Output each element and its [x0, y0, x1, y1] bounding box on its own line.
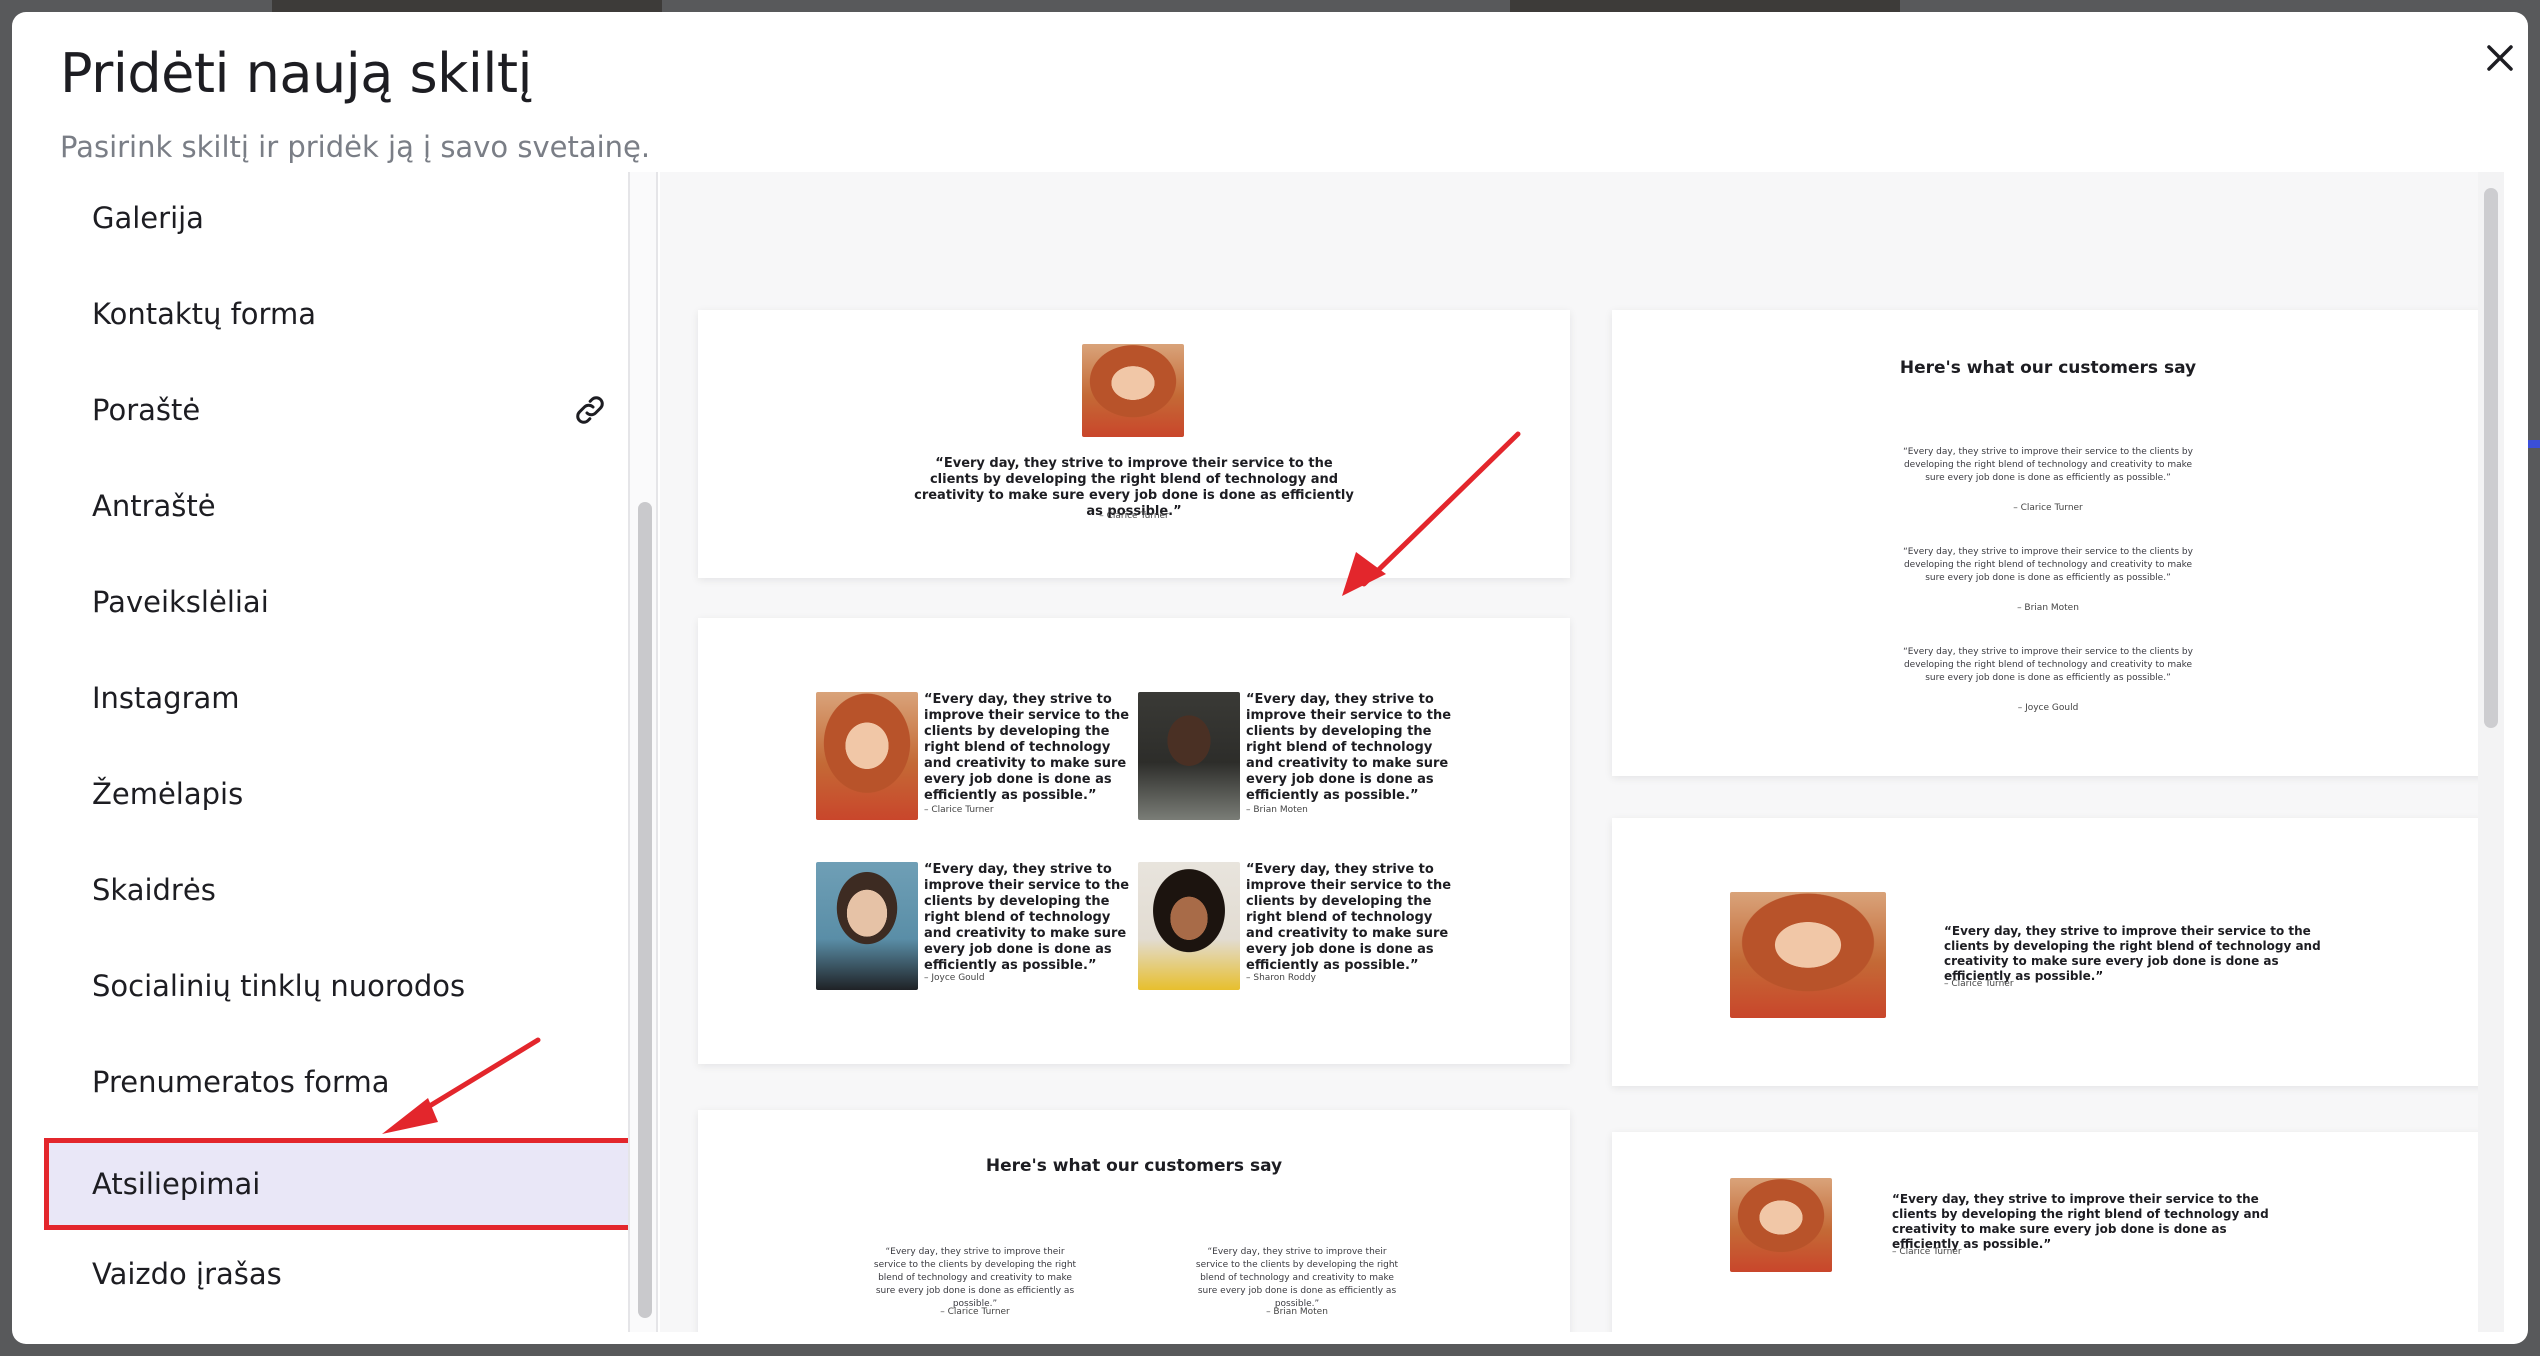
- testimonial-author: – Clarice Turner: [1892, 1247, 1962, 1257]
- testimonial-author: – Brian Moten: [2017, 603, 2079, 613]
- background-accent: [2528, 440, 2540, 448]
- background-photo: [1510, 0, 1900, 12]
- sidebar-item-label: Socialinių tinklų nuorodos: [92, 969, 466, 1003]
- testimonial-author: – Joyce Gould: [924, 973, 985, 983]
- sidebar-item-label: Galerija: [92, 201, 204, 235]
- sidebar-item-label: Skaidrės: [92, 873, 216, 907]
- testimonial-author: – Brian Moten: [1246, 805, 1308, 815]
- testimonial-quote: “Every day, they strive to improve their…: [1903, 547, 2193, 583]
- sidebar-item-label: Antraštė: [92, 489, 216, 523]
- testimonial-quote: “Every day, they strive to improve their…: [924, 862, 1130, 973]
- close-button[interactable]: [2478, 36, 2522, 80]
- sidebar-item-kontaktu-forma[interactable]: Kontaktų forma: [44, 268, 628, 360]
- testimonial-quote: “Every day, they strive to improve their…: [1903, 447, 2193, 483]
- testimonial-quote: “Every day, they strive to improve their…: [1903, 647, 2193, 683]
- testimonial-preview-image-left-small[interactable]: “Every day, they strive to improve their…: [1612, 1132, 2484, 1332]
- testimonial-photo: [1138, 692, 1240, 820]
- testimonial-preview-heading-two-col[interactable]: Here's what our customers say “Every day…: [698, 1110, 1570, 1332]
- testimonial-preview-grid-four[interactable]: “Every day, they strive to improve their…: [698, 618, 1570, 1064]
- testimonial-author: – Clarice Turner: [1944, 979, 2014, 989]
- testimonial-preview-image-left-large[interactable]: “Every day, they strive to improve their…: [1612, 818, 2484, 1086]
- section-category-list: Galerija Kontaktų forma Poraštė Antraštė…: [0, 172, 628, 1332]
- testimonial-photo: [1138, 862, 1240, 990]
- testimonial-photo: [816, 692, 918, 820]
- testimonial-photo: [1730, 1178, 1832, 1272]
- sidebar-item-label: Paveikslėliai: [92, 585, 269, 619]
- modal-subtitle: Pasirink skiltį ir pridėk ją į savo svet…: [60, 130, 651, 164]
- sidebar-scrollbar[interactable]: [628, 172, 658, 1332]
- sidebar-item-label: Poraštė: [92, 393, 201, 427]
- testimonial-photo: [1730, 892, 1886, 1018]
- annotation-arrow: [382, 1037, 541, 1134]
- sidebar-item-label: Instagram: [92, 681, 240, 715]
- sidebar-item-socialiniu-tinklu-nuorodos[interactable]: Socialinių tinklų nuorodos: [44, 940, 628, 1032]
- testimonial-quote: “Every day, they strive to improve their…: [1195, 1247, 1399, 1309]
- preview-scrollbar[interactable]: [2478, 172, 2504, 1332]
- sidebar-item-paveiksleliai[interactable]: Paveikslėliai: [44, 556, 628, 648]
- sidebar-item-antraste[interactable]: Antraštė: [44, 460, 628, 552]
- testimonial-quote: “Every day, they strive to improve their…: [1246, 692, 1452, 803]
- modal-title: Pridėti naują skiltį: [60, 42, 533, 105]
- testimonial-author: – Clarice Turner: [1099, 511, 1169, 521]
- testimonial-photo: [816, 862, 918, 990]
- testimonial-quote: “Every day, they strive to improve their…: [1892, 1192, 2269, 1251]
- testimonial-author: – Clarice Turner: [940, 1307, 1010, 1317]
- sidebar-item-label: Kontaktų forma: [92, 297, 316, 331]
- sidebar-item-label: Žemėlapis: [92, 777, 244, 811]
- testimonial-quote: “Every day, they strive to improve their…: [1246, 862, 1452, 973]
- testimonial-author: – Clarice Turner: [2013, 503, 2083, 513]
- sidebar-item-label: Vaizdo įrašas: [92, 1257, 282, 1291]
- link-icon: [576, 396, 604, 424]
- testimonial-photo: [1082, 344, 1184, 437]
- testimonial-author: – Joyce Gould: [2017, 703, 2079, 713]
- sidebar-item-skaidres[interactable]: Skaidrės: [44, 844, 628, 936]
- sidebar-item-zemelapis[interactable]: Žemėlapis: [44, 748, 628, 840]
- testimonial-quote: “Every day, they strive to improve their…: [924, 692, 1130, 803]
- sidebar-item-instagram[interactable]: Instagram: [44, 652, 628, 744]
- sidebar-item-label: Atsiliepimai: [92, 1167, 261, 1201]
- testimonial-author: – Brian Moten: [1266, 1307, 1328, 1317]
- testimonial-preview-heading-stacked[interactable]: Here's what our customers say “Every day…: [1612, 310, 2484, 776]
- testimonial-author: – Sharon Roddy: [1246, 973, 1316, 983]
- testimonial-heading: Here's what our customers say: [1899, 358, 2197, 378]
- sidebar-item-atsiliepimai[interactable]: Atsiliepimai: [44, 1138, 628, 1230]
- sidebar-scrollbar-thumb[interactable]: [638, 502, 652, 1318]
- sidebar-item-label: Prenumeratos forma: [92, 1065, 390, 1099]
- section-preview-grid: “Every day, they strive to improve their…: [660, 172, 2498, 1332]
- annotation-arrow: [1342, 431, 1521, 596]
- sidebar-item-galerija[interactable]: Galerija: [44, 172, 628, 264]
- testimonial-heading: Here's what our customers say: [985, 1156, 1283, 1176]
- testimonial-quote: “Every day, they strive to improve their…: [1944, 924, 2321, 983]
- sidebar-item-vaizdo-irasas[interactable]: Vaizdo įrašas: [44, 1228, 628, 1320]
- close-icon: [2487, 45, 2513, 71]
- sidebar-item-porastre[interactable]: Poraštė: [44, 364, 628, 456]
- preview-scrollbar-thumb[interactable]: [2484, 188, 2498, 728]
- background-photo: [272, 0, 662, 12]
- testimonial-quote: “Every day, they strive to improve their…: [873, 1247, 1077, 1309]
- testimonial-author: – Clarice Turner: [924, 805, 994, 815]
